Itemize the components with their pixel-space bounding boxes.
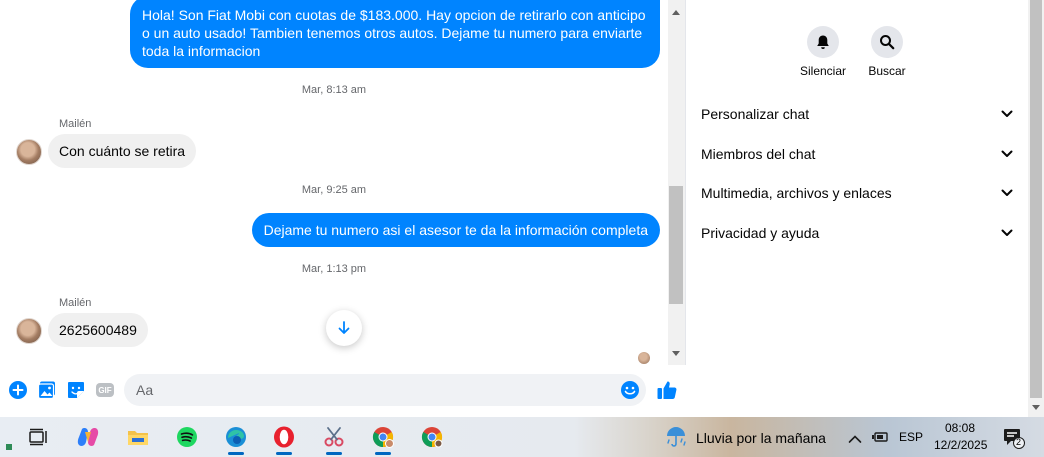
chevron-down-icon (1001, 110, 1013, 117)
composer: GIF (0, 365, 686, 417)
mute-button[interactable] (807, 26, 839, 58)
section-label: Personalizar chat (701, 106, 810, 122)
section-media-files-links[interactable]: Multimedia, archivos y enlaces (701, 181, 1013, 205)
scroll-up-arrow-icon[interactable] (672, 10, 680, 15)
page-scrollbar[interactable] (1028, 0, 1044, 417)
task-view-icon[interactable] (18, 417, 58, 457)
message-timestamp: Mar, 8:13 am (301, 84, 367, 96)
copilot-icon[interactable] (68, 417, 108, 457)
chrome-profile-icon[interactable] (363, 417, 403, 457)
section-label: Privacidad y ayuda (701, 225, 820, 241)
sticker-icon[interactable] (66, 380, 86, 400)
incoming-message[interactable]: Con cuánto se retira (48, 134, 197, 168)
desktop-indicator (6, 444, 12, 450)
chevron-up-icon[interactable] (848, 431, 862, 449)
bell-icon (817, 35, 829, 49)
page-scrollbar-thumb[interactable] (1030, 0, 1042, 398)
message-timestamp: Mar, 1:13 pm (301, 263, 367, 275)
incoming-message[interactable]: 2625600489 (48, 313, 148, 347)
emoji-icon[interactable] (620, 380, 640, 400)
arrow-down-icon (338, 321, 350, 334)
plus-icon[interactable] (8, 380, 28, 400)
screen: Hola! Son Fiat Mobi con cuotas de $183.0… (0, 0, 1044, 457)
search-button[interactable] (871, 26, 903, 58)
message-timestamp: Mar, 9:25 am (301, 184, 367, 196)
file-explorer-icon[interactable] (118, 417, 158, 457)
section-label: Miembros del chat (701, 146, 816, 162)
message-input[interactable] (124, 374, 646, 406)
photo-icon[interactable] (37, 380, 57, 400)
sender-name: Mailén (59, 297, 92, 309)
chrome-icon[interactable] (412, 417, 452, 457)
search-action[interactable]: Buscar (857, 26, 917, 78)
chat-pane: Hola! Son Fiat Mobi con cuotas de $183.0… (0, 0, 686, 417)
gif-label: GIF (98, 385, 112, 395)
weather-text[interactable]: Lluvia por la mañana (696, 430, 826, 446)
conversation-details-panel: Silenciar Buscar Personalizar chat Miemb… (686, 0, 1028, 417)
avatar[interactable] (16, 139, 42, 165)
sender-name: Mailén (59, 118, 92, 130)
section-privacy-help[interactable]: Privacidad y ayuda (701, 221, 1013, 245)
clock-date[interactable]: 12/2/2025 (934, 438, 987, 452)
read-receipt-avatar (638, 352, 650, 364)
clock-time[interactable]: 08:08 (945, 421, 975, 435)
scrollbar-thumb[interactable] (669, 186, 683, 304)
outgoing-message[interactable]: Hola! Son Fiat Mobi con cuotas de $183.0… (130, 0, 660, 68)
gif-icon[interactable]: GIF (95, 380, 115, 400)
section-chat-members[interactable]: Miembros del chat (701, 142, 1013, 166)
chat-scrollbar[interactable] (668, 0, 685, 365)
message-list[interactable]: Hola! Son Fiat Mobi con cuotas de $183.0… (0, 0, 668, 365)
opera-icon[interactable] (264, 417, 304, 457)
scroll-down-arrow-icon[interactable] (672, 351, 680, 356)
weather-rain-icon[interactable] (664, 426, 688, 453)
chevron-down-icon (1001, 150, 1013, 157)
search-label: Buscar (868, 64, 906, 78)
notifications-icon[interactable]: 2 (1003, 427, 1025, 454)
spotify-icon[interactable] (167, 417, 207, 457)
chevron-down-icon (1001, 229, 1013, 236)
snipping-tool-icon[interactable] (314, 417, 354, 457)
notification-count: 2 (1016, 437, 1022, 447)
scroll-down-arrow-icon[interactable] (1032, 405, 1040, 410)
search-icon (880, 35, 895, 50)
language-indicator[interactable]: ESP (899, 430, 923, 444)
thumbs-up-icon[interactable] (656, 379, 678, 401)
avatar[interactable] (16, 318, 42, 344)
taskbar: Lluvia por la mañana ESP 08:08 12/2/2025… (0, 417, 1044, 457)
edge-icon[interactable] (216, 417, 256, 457)
mute-label: Silenciar (799, 64, 847, 78)
section-customize-chat[interactable]: Personalizar chat (701, 102, 1013, 126)
chevron-down-icon (1001, 189, 1013, 196)
scroll-to-bottom-button[interactable] (326, 310, 362, 346)
outgoing-message[interactable]: Dejame tu numero asi el asesor te da la … (251, 213, 660, 247)
section-label: Multimedia, archivos y enlaces (701, 185, 892, 201)
battery-icon[interactable] (871, 430, 889, 449)
mute-action[interactable]: Silenciar (793, 26, 853, 78)
